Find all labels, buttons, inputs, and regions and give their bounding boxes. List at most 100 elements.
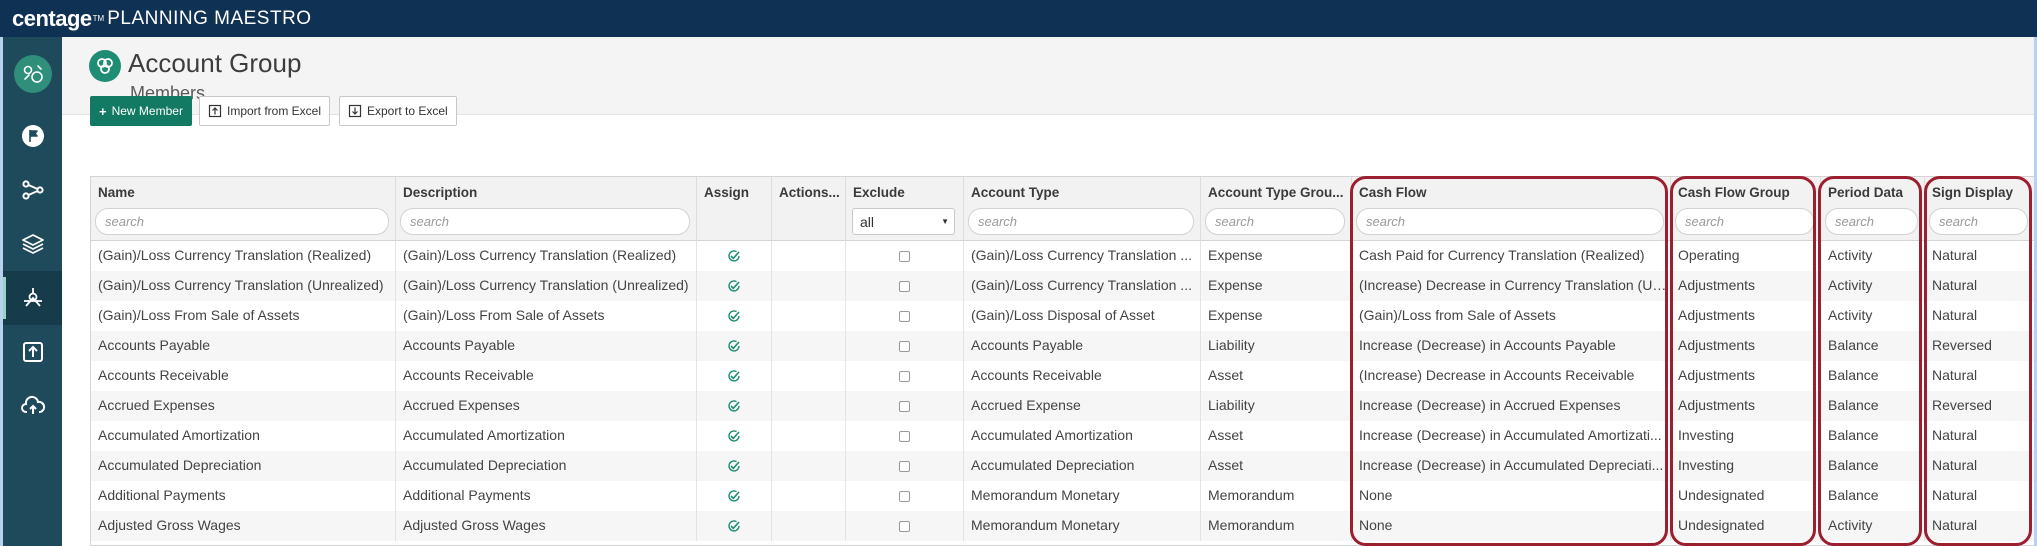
- column-label: Name: [98, 185, 135, 200]
- model-icon: [23, 288, 42, 307]
- table-row[interactable]: Accumulated Depreciation Accumulated Depr…: [91, 451, 2034, 481]
- exclude-checkbox[interactable]: [899, 520, 910, 532]
- cell-acct-type: Accumulated Amortization: [964, 421, 1201, 451]
- cell-acct-type-group: Asset: [1201, 361, 1352, 391]
- cell-actions[interactable]: [772, 361, 846, 391]
- column-label: Sign Display: [1932, 185, 2014, 200]
- cell-assign[interactable]: [697, 451, 772, 481]
- cell-cash-flow-group: Undesignated: [1671, 481, 1821, 511]
- column-header-assign[interactable]: Assign: [697, 177, 772, 241]
- cell-sign-display: Natural: [1925, 481, 2034, 511]
- cell-period-data: Activity: [1821, 301, 1925, 331]
- exclude-checkbox[interactable]: [899, 460, 910, 472]
- import-label: Import from Excel: [227, 104, 322, 118]
- table-row[interactable]: Adjusted Gross Wages Adjusted Gross Wages…: [91, 511, 2034, 541]
- cell-exclude: [846, 511, 964, 541]
- exclude-checkbox[interactable]: [899, 310, 910, 322]
- column-header-sign-display[interactable]: Sign Display search: [1925, 177, 2034, 241]
- cell-actions[interactable]: [772, 511, 846, 541]
- name-search-input[interactable]: search: [95, 208, 389, 235]
- cell-sign-display: Natural: [1925, 271, 2034, 301]
- cell-cash-flow: None: [1352, 481, 1671, 511]
- sidebar-item-layers[interactable]: [3, 217, 62, 271]
- sidebar-item-model[interactable]: [3, 271, 62, 325]
- cell-period-data: Balance: [1821, 391, 1925, 421]
- cell-assign[interactable]: [697, 271, 772, 301]
- table-row[interactable]: Additional Payments Additional Payments Me…: [91, 481, 2034, 511]
- cell-name: Accrued Expenses: [91, 391, 396, 421]
- table-row[interactable]: Accounts Payable Accounts Payable Accounts…: [91, 331, 2034, 361]
- sidebar-item-flag[interactable]: [3, 109, 62, 163]
- assigned-check-icon: [728, 460, 740, 472]
- column-header-cash-flow[interactable]: Cash Flow search: [1352, 177, 1671, 241]
- table-row[interactable]: (Gain)/Loss Currency Translation (Unreal…: [91, 271, 2034, 301]
- period-data-search-input[interactable]: search: [1825, 208, 1918, 235]
- cell-assign[interactable]: [697, 241, 772, 271]
- cell-sign-display: Reversed: [1925, 391, 2034, 421]
- table-row[interactable]: Accrued Expenses Accrued Expenses Accrued …: [91, 391, 2034, 421]
- cell-actions[interactable]: [772, 391, 846, 421]
- cell-acct-type-group: Asset: [1201, 421, 1352, 451]
- cell-desc: (Gain)/Loss Currency Translation (Unreal…: [396, 271, 697, 301]
- exclude-filter-select[interactable]: all ▼: [852, 208, 955, 235]
- cell-exclude: [846, 481, 964, 511]
- cell-desc: Additional Payments: [396, 481, 697, 511]
- table-row[interactable]: (Gain)/Loss From Sale of Assets (Gain)/Lo…: [91, 301, 2034, 331]
- exclude-checkbox[interactable]: [899, 370, 910, 382]
- cell-actions[interactable]: [772, 241, 846, 271]
- acct-type-search-input[interactable]: search: [968, 208, 1194, 235]
- cash-flow-search-input[interactable]: search: [1356, 208, 1664, 235]
- sidebar-item-cloud-upload[interactable]: [3, 379, 62, 433]
- table-row[interactable]: (Gain)/Loss Currency Translation (Realiz…: [91, 241, 2034, 271]
- desc-search-input[interactable]: search: [400, 208, 690, 235]
- acct-type-group-search-input[interactable]: search: [1205, 208, 1345, 235]
- cell-cash-flow: Increase (Decrease) in Accounts Payable: [1352, 331, 1671, 361]
- column-header-cash-flow-group[interactable]: Cash Flow Group search: [1671, 177, 1821, 241]
- exclude-checkbox[interactable]: [899, 340, 910, 352]
- cell-desc: Accrued Expenses: [396, 391, 697, 421]
- sidebar-item-upload[interactable]: [3, 325, 62, 379]
- cell-actions[interactable]: [772, 421, 846, 451]
- cell-actions[interactable]: [772, 301, 846, 331]
- cell-assign[interactable]: [697, 391, 772, 421]
- brand-logo: centage: [12, 5, 92, 31]
- column-header-name[interactable]: Name search: [91, 177, 396, 241]
- column-header-period-data[interactable]: Period Data search: [1821, 177, 1925, 241]
- sidebar-item-workflow[interactable]: [3, 163, 62, 217]
- cell-assign[interactable]: [697, 331, 772, 361]
- import-from-excel-button[interactable]: Import from Excel: [199, 96, 331, 126]
- column-label: Assign: [704, 185, 750, 200]
- column-label: Exclude: [853, 185, 905, 200]
- cell-period-data: Activity: [1821, 271, 1925, 301]
- column-header-desc[interactable]: Description search: [396, 177, 697, 241]
- cell-assign[interactable]: [697, 421, 772, 451]
- exclude-checkbox[interactable]: [899, 430, 910, 442]
- table-row[interactable]: Accumulated Amortization Accumulated Amor…: [91, 421, 2034, 451]
- cash-flow-group-search-input[interactable]: search: [1675, 208, 1814, 235]
- cell-actions[interactable]: [772, 331, 846, 361]
- cell-assign[interactable]: [697, 361, 772, 391]
- cell-sign-display: Natural: [1925, 421, 2034, 451]
- cell-actions[interactable]: [772, 451, 846, 481]
- cell-assign[interactable]: [697, 511, 772, 541]
- column-header-acct-type-group[interactable]: Account Type Grou... search: [1201, 177, 1352, 241]
- table-row[interactable]: Accounts Receivable Accounts Receivable Ac…: [91, 361, 2034, 391]
- column-header-exclude[interactable]: Exclude all ▼: [846, 177, 964, 241]
- column-header-acct-type[interactable]: Account Type search: [964, 177, 1201, 241]
- sidebar-item-home[interactable]: [3, 47, 62, 101]
- cell-assign[interactable]: [697, 481, 772, 511]
- export-to-excel-button[interactable]: Export to Excel: [339, 96, 457, 126]
- exclude-checkbox[interactable]: [899, 280, 910, 292]
- cell-actions[interactable]: [772, 271, 846, 301]
- cell-name: Accounts Payable: [91, 331, 396, 361]
- new-member-button[interactable]: + New Member: [90, 96, 192, 126]
- cell-acct-type-group: Expense: [1201, 271, 1352, 301]
- cell-actions[interactable]: [772, 481, 846, 511]
- cell-acct-type: Memorandum Monetary: [964, 481, 1201, 511]
- cell-assign[interactable]: [697, 301, 772, 331]
- column-header-actions[interactable]: Actions...: [772, 177, 846, 241]
- exclude-checkbox[interactable]: [899, 400, 910, 412]
- sign-display-search-input[interactable]: search: [1929, 208, 2028, 235]
- exclude-checkbox[interactable]: [899, 490, 910, 502]
- exclude-checkbox[interactable]: [899, 250, 910, 262]
